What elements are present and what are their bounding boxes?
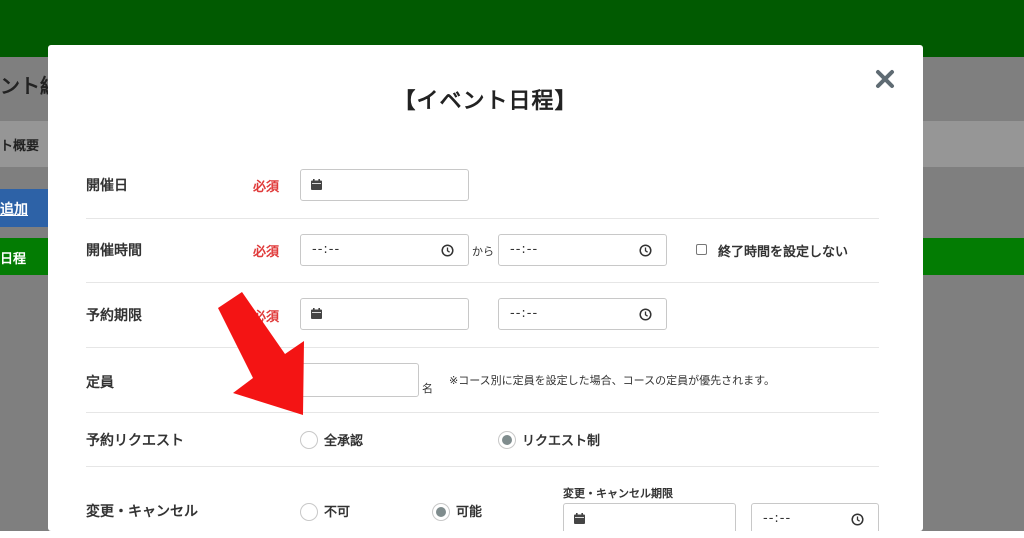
no-end-time-label[interactable]: 終了時間を設定しない — [718, 241, 848, 260]
calendar-icon — [574, 513, 585, 524]
row-divider — [86, 218, 879, 219]
deadline-time-value: --:-- — [510, 306, 539, 321]
change-period-date-input[interactable] — [563, 503, 736, 531]
capacity-note: ※コース別に定員を設定した場合、コースの定員が優先されます。 — [449, 374, 776, 387]
end-time-input[interactable]: --:-- — [498, 234, 667, 266]
capacity-input[interactable] — [300, 363, 419, 397]
clock-icon — [441, 244, 454, 257]
request-option-request-label[interactable]: リクエスト制 — [522, 430, 600, 449]
background-section-label: ト概要 — [0, 139, 40, 154]
event-date-input[interactable] — [300, 169, 469, 201]
required-badge: 必須 — [253, 180, 280, 195]
modal-title: 【イベント日程】 — [393, 89, 578, 114]
deadline-date-input[interactable] — [300, 298, 469, 330]
row-divider — [86, 347, 879, 348]
row-divider — [86, 282, 879, 283]
clock-icon — [639, 308, 652, 321]
change-cancel-label: 変更・キャンセル — [86, 504, 198, 520]
background-schedule-label: 日程 — [0, 252, 27, 267]
start-time-input[interactable]: --:-- — [300, 234, 469, 266]
annotation-arrow-icon — [218, 292, 304, 415]
request-option-approve-all-label[interactable]: 全承認 — [324, 430, 363, 449]
clock-icon — [639, 244, 652, 257]
calendar-icon — [311, 179, 322, 190]
row-divider — [86, 412, 879, 413]
request-option-approve-all-radio[interactable] — [300, 431, 318, 449]
event-time-label: 開催時間 — [86, 243, 142, 259]
time-separator: から — [472, 245, 494, 258]
change-period-time-value: --:-- — [763, 511, 792, 526]
change-period-time-input[interactable]: --:-- — [751, 503, 879, 531]
row-divider — [86, 466, 879, 467]
bottom-strip — [0, 531, 1024, 538]
clock-icon — [851, 513, 864, 526]
end-time-value: --:-- — [510, 242, 539, 257]
request-option-request-radio[interactable] — [498, 431, 516, 449]
change-option-disallow-label[interactable]: 不可 — [324, 501, 350, 520]
event-schedule-modal: 【イベント日程】 開催日 必須 開催時間 必須 --:-- から --:-- 終… — [48, 45, 923, 531]
required-badge: 必須 — [253, 245, 280, 260]
reservation-deadline-label: 予約期限 — [86, 308, 142, 324]
change-option-disallow-radio[interactable] — [300, 503, 318, 521]
background-add-button-label: 追加 — [0, 202, 28, 218]
change-option-allow-label[interactable]: 可能 — [456, 501, 482, 520]
change-period-label: 変更・キャンセル期限 — [563, 487, 673, 500]
reservation-request-label: 予約リクエスト — [86, 433, 184, 449]
close-icon[interactable] — [873, 67, 897, 91]
event-date-label: 開催日 — [86, 178, 128, 194]
start-time-value: --:-- — [312, 242, 341, 257]
capacity-unit: 名 — [422, 382, 433, 395]
no-end-time-checkbox[interactable] — [696, 244, 707, 255]
change-option-allow-radio[interactable] — [432, 503, 450, 521]
deadline-time-input[interactable]: --:-- — [498, 298, 667, 330]
capacity-label: 定員 — [86, 375, 114, 391]
